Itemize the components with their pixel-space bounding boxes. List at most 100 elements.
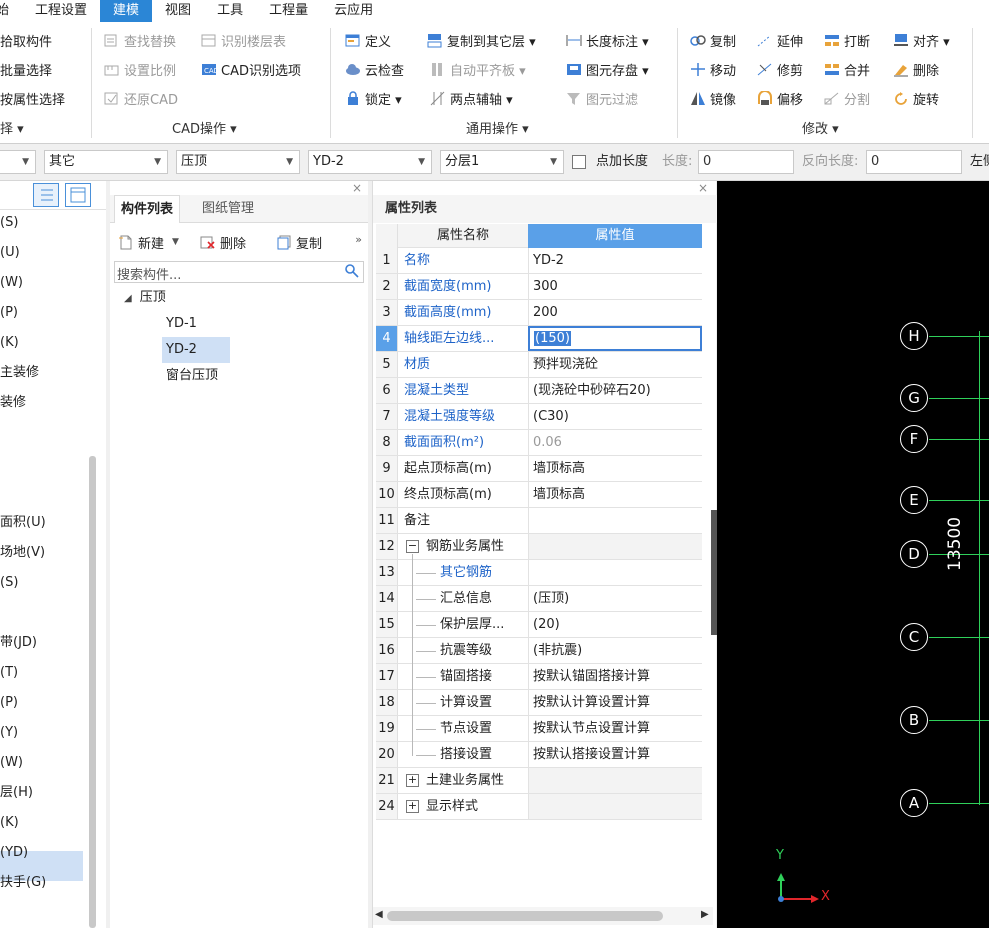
- menu-start[interactable]: 始: [0, 0, 22, 22]
- property-value[interactable]: [528, 768, 702, 793]
- length-dimension-button[interactable]: 长度标注 ▾: [566, 29, 649, 51]
- property-value[interactable]: [528, 560, 702, 585]
- reverse-length-input[interactable]: 0: [866, 150, 962, 174]
- add-length-checkbox[interactable]: [572, 155, 586, 169]
- component-type-item[interactable]: 面积(U): [0, 510, 46, 536]
- component-type-dropdown[interactable]: 压顶 ▼: [176, 150, 300, 174]
- property-row[interactable]: 1 名称 YD-2: [376, 248, 702, 274]
- property-value[interactable]: 预拌现浇砼: [528, 352, 702, 377]
- save-element-button[interactable]: 图元存盘 ▾: [566, 58, 649, 80]
- property-row[interactable]: 2 截面宽度(mm) 300: [376, 274, 702, 300]
- property-value[interactable]: 按默认计算设置计算: [528, 690, 702, 715]
- find-replace-button[interactable]: 查找替换: [104, 29, 176, 51]
- scrollbar-thumb[interactable]: [89, 456, 96, 928]
- scroll-left-icon[interactable]: ◀: [375, 909, 383, 920]
- axis-bubble-c[interactable]: C: [900, 623, 928, 651]
- mirror-button[interactable]: 镜像: [690, 87, 736, 109]
- component-type-item[interactable]: (W): [0, 750, 23, 776]
- lock-button[interactable]: 锁定 ▾: [345, 87, 402, 109]
- axis-line[interactable]: [929, 637, 989, 638]
- auto-align-slab-button[interactable]: 自动平齐板 ▾: [430, 58, 526, 80]
- tab-drawing-management[interactable]: 图纸管理: [196, 195, 260, 223]
- property-row[interactable]: 3 截面高度(mm) 200: [376, 300, 702, 326]
- property-row[interactable]: 9 起点顶标高(m) 墙顶标高: [376, 456, 702, 482]
- component-type-item[interactable]: (K): [0, 810, 19, 836]
- axis-line[interactable]: [929, 398, 989, 399]
- menu-view[interactable]: 视图: [152, 0, 204, 22]
- property-value[interactable]: [528, 508, 702, 533]
- component-type-item[interactable]: (Y): [0, 720, 18, 746]
- tree-item[interactable]: YD-1: [162, 311, 201, 337]
- component-type-item[interactable]: (T): [0, 660, 18, 686]
- tree-item[interactable]: 窗台压顶: [162, 363, 222, 389]
- move-button[interactable]: 移动: [690, 58, 736, 80]
- axis-bubble-f[interactable]: F: [900, 425, 928, 453]
- copy-component-button[interactable]: 复制: [276, 231, 322, 253]
- horizontal-scrollbar[interactable]: ◀ ▶: [373, 907, 713, 925]
- component-type-item[interactable]: 场地(V): [0, 540, 45, 566]
- type-dropdown[interactable]: 其它 ▼: [44, 150, 168, 174]
- property-value[interactable]: (压顶): [528, 586, 702, 611]
- close-icon[interactable]: ×: [352, 181, 362, 195]
- property-row[interactable]: 5 材质 预拌现浇砼: [376, 352, 702, 378]
- component-type-item[interactable]: (U): [0, 240, 20, 266]
- component-type-item[interactable]: 装修: [0, 390, 26, 416]
- component-type-item[interactable]: 扶手(G): [0, 870, 46, 896]
- property-value[interactable]: 墙顶标高: [528, 456, 702, 481]
- menu-quantity[interactable]: 工程量: [256, 0, 321, 22]
- component-type-item[interactable]: (S): [0, 210, 18, 236]
- property-value[interactable]: 按默认节点设置计算: [528, 716, 702, 741]
- component-type-item[interactable]: 主装修: [0, 360, 39, 386]
- element-filter-button[interactable]: 图元过滤: [566, 87, 638, 109]
- category-dropdown[interactable]: ▼: [0, 150, 36, 174]
- property-value-editing[interactable]: (150): [528, 326, 702, 351]
- layer-dropdown[interactable]: 分层1 ▼: [440, 150, 564, 174]
- property-value[interactable]: 按默认锚固搭接计算: [528, 664, 702, 689]
- split-button[interactable]: 分割: [824, 87, 870, 109]
- axis-bubble-g[interactable]: G: [900, 384, 928, 412]
- component-type-item[interactable]: (S): [0, 570, 18, 596]
- axis-bubble-e[interactable]: E: [900, 486, 928, 514]
- axis-bubble-b[interactable]: B: [900, 706, 928, 734]
- list-view-icon[interactable]: [33, 183, 59, 207]
- cad-operations-group-label[interactable]: CAD操作 ▾: [172, 118, 237, 137]
- property-row[interactable]: 4 轴线距左边线... (150): [376, 326, 702, 352]
- menu-tools[interactable]: 工具: [204, 0, 256, 22]
- grid-view-icon[interactable]: [65, 183, 91, 207]
- property-row[interactable]: 6 混凝土类型 (现浇砼中砂碎石20): [376, 378, 702, 404]
- property-row[interactable]: 21 土建业务属性 +: [376, 768, 702, 794]
- axis-bubble-d[interactable]: D: [900, 540, 928, 568]
- pick-component-button[interactable]: 拾取构件: [0, 29, 52, 51]
- select-group-label[interactable]: 择 ▾: [0, 118, 24, 137]
- axis-line[interactable]: [929, 439, 989, 440]
- axis-line[interactable]: [929, 336, 989, 337]
- component-dropdown[interactable]: YD-2 ▼: [308, 150, 432, 174]
- property-row[interactable]: 20 搭接设置 按默认搭接设置计算: [376, 742, 702, 768]
- break-button[interactable]: 打断: [824, 29, 870, 51]
- component-type-item[interactable]: (P): [0, 300, 18, 326]
- expand-icon[interactable]: +: [406, 800, 419, 813]
- property-value[interactable]: (20): [528, 612, 702, 637]
- property-row[interactable]: 18 计算设置 按默认计算设置计算: [376, 690, 702, 716]
- property-value[interactable]: 0.06: [528, 430, 702, 455]
- tree-root-node[interactable]: ◢ 压顶: [124, 285, 166, 311]
- collapse-icon[interactable]: −: [406, 540, 419, 553]
- align-button[interactable]: 对齐 ▾: [893, 29, 950, 51]
- select-by-attribute-button[interactable]: 按属性选择: [0, 87, 65, 109]
- copy-to-other-floors-button[interactable]: 复制到其它层 ▾: [427, 29, 536, 51]
- component-type-item[interactable]: (YD): [0, 840, 28, 866]
- component-type-item[interactable]: (P): [0, 690, 18, 716]
- cloud-check-button[interactable]: 云检查: [345, 58, 404, 80]
- trim-button[interactable]: 修剪: [757, 58, 803, 80]
- property-value[interactable]: 按默认搭接设置计算: [528, 742, 702, 767]
- component-type-item[interactable]: (W): [0, 270, 23, 296]
- property-row[interactable]: 17 锚固搭接 按默认锚固搭接计算: [376, 664, 702, 690]
- cad-identify-options-button[interactable]: CAD CAD识别选项: [201, 58, 301, 80]
- property-row[interactable]: 15 保护层厚... (20): [376, 612, 702, 638]
- axis-line[interactable]: [929, 803, 989, 804]
- component-type-item[interactable]: 层(H): [0, 780, 33, 806]
- component-type-item[interactable]: (K): [0, 330, 19, 356]
- property-value[interactable]: 墙顶标高: [528, 482, 702, 507]
- batch-select-button[interactable]: 批量选择: [0, 58, 52, 80]
- two-point-aux-axis-button[interactable]: 两点辅轴 ▾: [430, 87, 513, 109]
